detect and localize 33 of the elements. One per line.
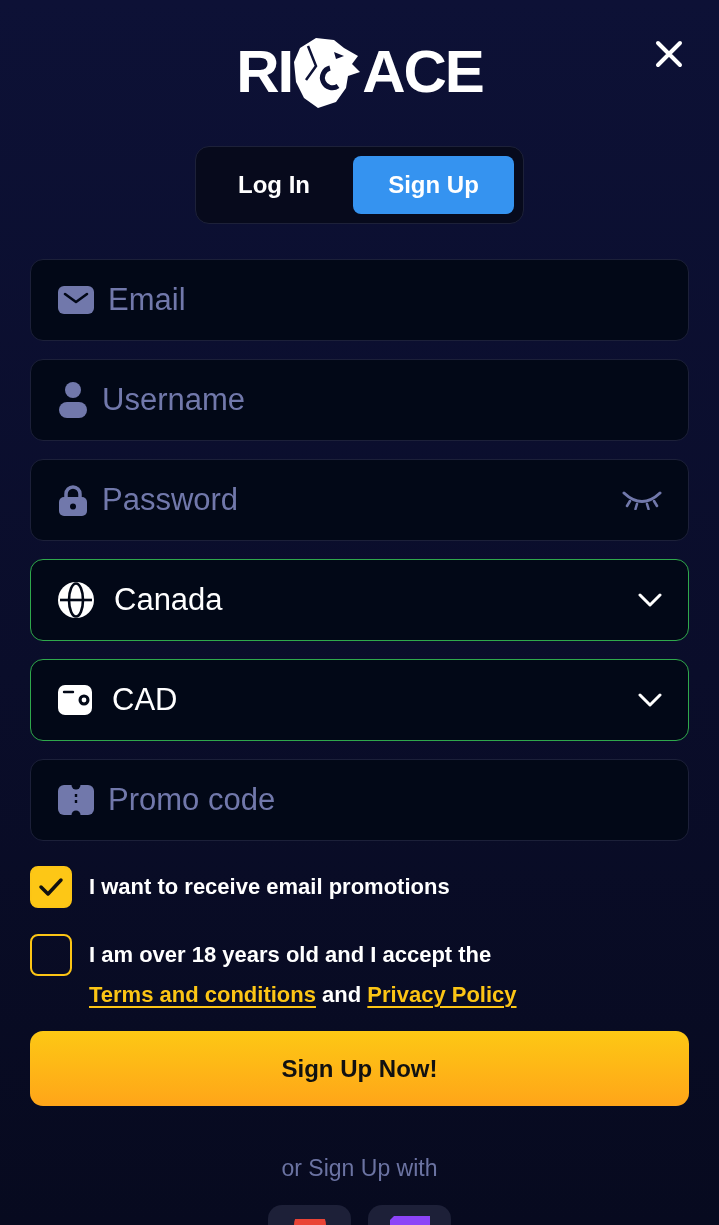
block-logo-icon [389,1216,430,1225]
password-field[interactable]: Password [30,459,689,541]
alternative-sign-up-label: or Sign Up with [281,1154,438,1183]
country-select[interactable]: Canada [30,559,689,641]
checkbox[interactable] [30,934,72,976]
chevron-down-icon [638,693,662,707]
close-icon[interactable] [655,40,683,68]
promo-code-field[interactable]: Promo code [30,759,689,841]
consent-text: I am over 18 years old and I accept the Terms and conditions and Privacy Policy [89,941,518,1009]
tab[interactable]: Log In [205,156,343,214]
social-login-button[interactable] [368,1205,451,1225]
envelope-icon [58,286,94,314]
ticket-icon [58,785,94,815]
closed-eye-icon[interactable] [622,490,662,510]
check-icon [38,877,64,897]
text-link[interactable]: Terms and conditions [89,982,316,1007]
emblem-icon [294,36,361,108]
checkbox[interactable] [30,866,72,908]
logo-text: ACE [362,42,483,102]
consent-text: I want to receive email promotions [89,873,450,901]
user-icon [58,382,88,418]
wallet-icon [58,685,92,715]
lock-icon [58,484,88,516]
social-login-button[interactable] [268,1205,351,1225]
logo-text: RI [236,42,293,102]
text-link[interactable]: Privacy Policy [367,982,517,1007]
sign-up-button[interactable]: Sign Up Now! [30,1031,689,1106]
chevron-down-icon [638,593,662,607]
email-field[interactable]: Email [30,259,689,341]
username-field[interactable]: Username [30,359,689,441]
globe-icon [58,582,94,618]
currency-select[interactable]: CAD [30,659,689,741]
arc-logo-icon [293,1219,326,1225]
